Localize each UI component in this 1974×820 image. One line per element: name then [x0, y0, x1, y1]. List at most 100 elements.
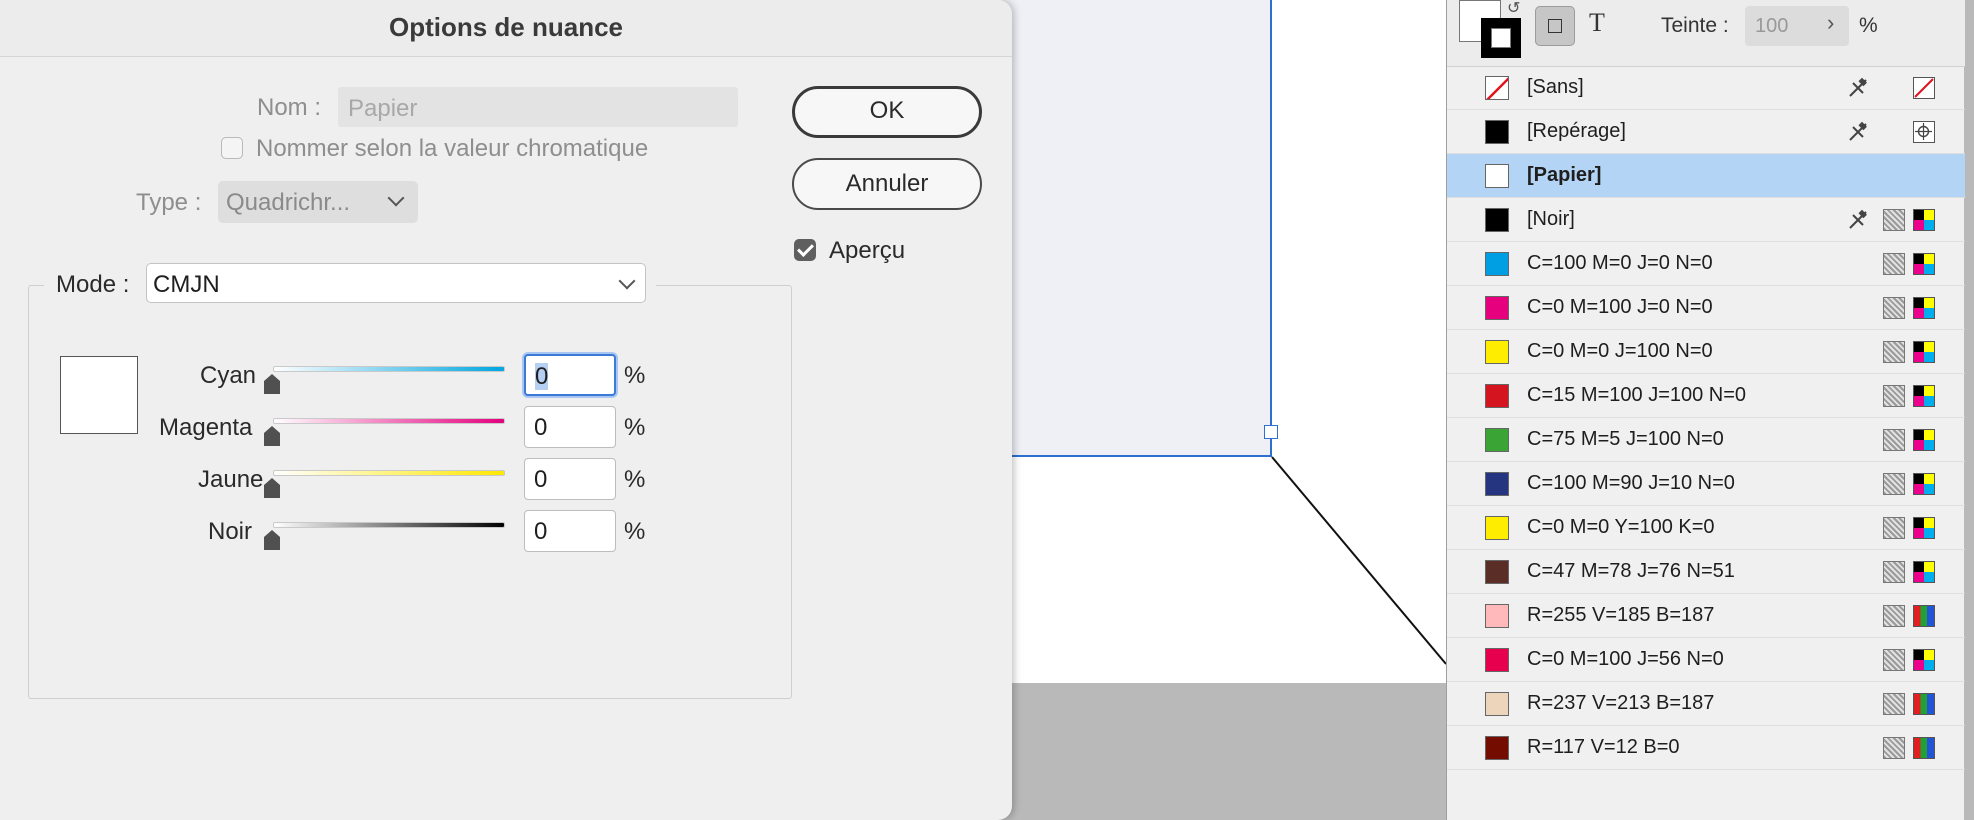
- swatch-color-preview: [60, 356, 138, 434]
- swatch-row[interactable]: C=47 M=78 J=76 N=51: [1447, 550, 1965, 594]
- swatch-row[interactable]: C=100 M=0 J=0 N=0: [1447, 242, 1965, 286]
- cyan-input[interactable]: 0: [524, 354, 616, 396]
- swatch-row[interactable]: [Repérage]: [1447, 110, 1965, 154]
- swatch-chip: [1485, 76, 1509, 100]
- cyan-input-value: 0: [535, 363, 549, 390]
- process-icon: [1883, 209, 1905, 231]
- magenta-slider[interactable]: [273, 418, 505, 424]
- cmyk-icon: [1913, 341, 1935, 363]
- cyan-unit: %: [624, 362, 646, 389]
- swatch-row[interactable]: C=0 M=0 Y=100 K=0: [1447, 506, 1965, 550]
- swatch-row[interactable]: C=15 M=100 J=100 N=0: [1447, 374, 1965, 418]
- swatch-row[interactable]: R=237 V=213 B=187: [1447, 682, 1965, 726]
- swatch-name-input[interactable]: Papier: [338, 87, 738, 127]
- cyan-slider[interactable]: [273, 366, 505, 372]
- cyan-label: Cyan: [200, 362, 257, 389]
- process-icon: [1883, 385, 1905, 407]
- mode-select[interactable]: CMJN: [146, 263, 646, 303]
- process-icon: [1883, 253, 1905, 275]
- mode-label: Mode :: [56, 271, 130, 298]
- name-by-value-checkbox[interactable]: [221, 137, 243, 159]
- process-icon: [1883, 605, 1905, 627]
- cmyk-icon: [1913, 253, 1935, 275]
- chevron-down-icon: [618, 272, 636, 290]
- swatch-chip: [1485, 560, 1509, 584]
- swatch-row[interactable]: [Papier]: [1447, 154, 1965, 198]
- mode-group-box: [28, 285, 792, 699]
- swatch-name: C=0 M=0 Y=100 K=0: [1527, 516, 1715, 538]
- swatch-name: C=0 M=100 J=56 N=0: [1527, 648, 1724, 670]
- frame-handle[interactable]: [1264, 425, 1278, 439]
- swatch-name: C=47 M=78 J=76 N=51: [1527, 560, 1735, 582]
- swatch-name: R=117 V=12 B=0: [1527, 736, 1680, 758]
- swatch-name: R=237 V=213 B=187: [1527, 692, 1715, 714]
- tint-unit: %: [1859, 14, 1878, 37]
- swatch-chip: [1485, 208, 1509, 232]
- dialog-title: Options de nuance: [388, 12, 624, 42]
- magenta-unit: %: [624, 414, 646, 441]
- swatch-name: C=100 M=0 J=0 N=0: [1527, 252, 1713, 274]
- swatch-row[interactable]: C=0 M=100 J=56 N=0: [1447, 638, 1965, 682]
- black-slider[interactable]: [273, 522, 505, 528]
- formatting-text-button[interactable]: T: [1589, 8, 1605, 38]
- swatch-row[interactable]: C=75 M=5 J=100 N=0: [1447, 418, 1965, 462]
- cmyk-icon: [1913, 297, 1935, 319]
- swatch-chip: [1485, 428, 1509, 452]
- black-slider-thumb[interactable]: [264, 530, 280, 550]
- preview-label: Aperçu: [829, 237, 906, 264]
- chevron-right-icon[interactable]: ›: [1827, 10, 1834, 36]
- cmyk-icon: [1913, 429, 1935, 451]
- swatch-row[interactable]: R=117 V=12 B=0: [1447, 726, 1965, 770]
- swatch-chip: [1485, 164, 1509, 188]
- process-icon: [1883, 649, 1905, 671]
- yellow-input[interactable]: 0: [524, 458, 616, 500]
- cmyk-icon: [1913, 517, 1935, 539]
- rgb-icon: [1913, 737, 1935, 759]
- swatch-chip: [1485, 736, 1509, 760]
- black-unit: %: [624, 518, 646, 545]
- swatch-row[interactable]: R=255 V=185 B=187: [1447, 594, 1965, 638]
- yellow-slider-thumb[interactable]: [264, 478, 280, 498]
- magenta-input[interactable]: 0: [524, 406, 616, 448]
- process-icon: [1883, 561, 1905, 583]
- black-input[interactable]: 0: [524, 510, 616, 552]
- dialog-titlebar[interactable]: Options de nuance: [0, 0, 1012, 57]
- swatch-name: [Papier]: [1527, 164, 1602, 186]
- swatch-chip: [1485, 296, 1509, 320]
- swatch-row[interactable]: C=0 M=0 J=100 N=0: [1447, 330, 1965, 374]
- type-select[interactable]: Quadrichr...: [218, 181, 418, 223]
- swatch-row[interactable]: C=0 M=100 J=0 N=0: [1447, 286, 1965, 330]
- cmyk-icon: [1913, 209, 1935, 231]
- swatch-name: C=0 M=100 J=0 N=0: [1527, 296, 1713, 318]
- ok-button[interactable]: OK: [792, 86, 982, 138]
- swatches-panel: ↺ T Teinte : 100 › % [Sans] [Repérage] [Pa…: [1446, 0, 1965, 820]
- lock-icon: [1847, 209, 1869, 231]
- rgb-icon: [1913, 693, 1935, 715]
- swatch-row[interactable]: [Noir]: [1447, 198, 1965, 242]
- cyan-slider-thumb[interactable]: [264, 374, 280, 394]
- yellow-unit: %: [624, 466, 646, 493]
- cancel-button[interactable]: Annuler: [792, 158, 982, 210]
- swatch-chip: [1485, 120, 1509, 144]
- swatch-chip: [1485, 692, 1509, 716]
- process-icon: [1883, 429, 1905, 451]
- swatch-row[interactable]: C=100 M=90 J=10 N=0: [1447, 462, 1965, 506]
- process-icon: [1883, 693, 1905, 715]
- yellow-slider[interactable]: [273, 470, 505, 476]
- tint-label: Teinte :: [1661, 14, 1729, 37]
- swatch-chip: [1485, 604, 1509, 628]
- preview-checkbox[interactable]: [794, 239, 816, 261]
- lock-icon: [1847, 77, 1869, 99]
- swatch-options-dialog: Options de nuance Nom : Papier Nommer se…: [0, 0, 1012, 820]
- process-icon: [1883, 517, 1905, 539]
- name-by-value-label: Nommer selon la valeur chromatique: [256, 135, 649, 162]
- swatch-chip: [1485, 472, 1509, 496]
- black-label: Noir: [208, 518, 253, 545]
- name-label: Nom :: [257, 94, 322, 121]
- swatch-row[interactable]: [Sans]: [1447, 66, 1965, 110]
- cmyk-icon: [1913, 561, 1935, 583]
- magenta-slider-thumb[interactable]: [264, 426, 280, 446]
- yellow-label: Jaune: [198, 466, 264, 493]
- swap-fill-stroke-icon[interactable]: ↺: [1507, 0, 1520, 18]
- formatting-container-button[interactable]: [1535, 6, 1575, 46]
